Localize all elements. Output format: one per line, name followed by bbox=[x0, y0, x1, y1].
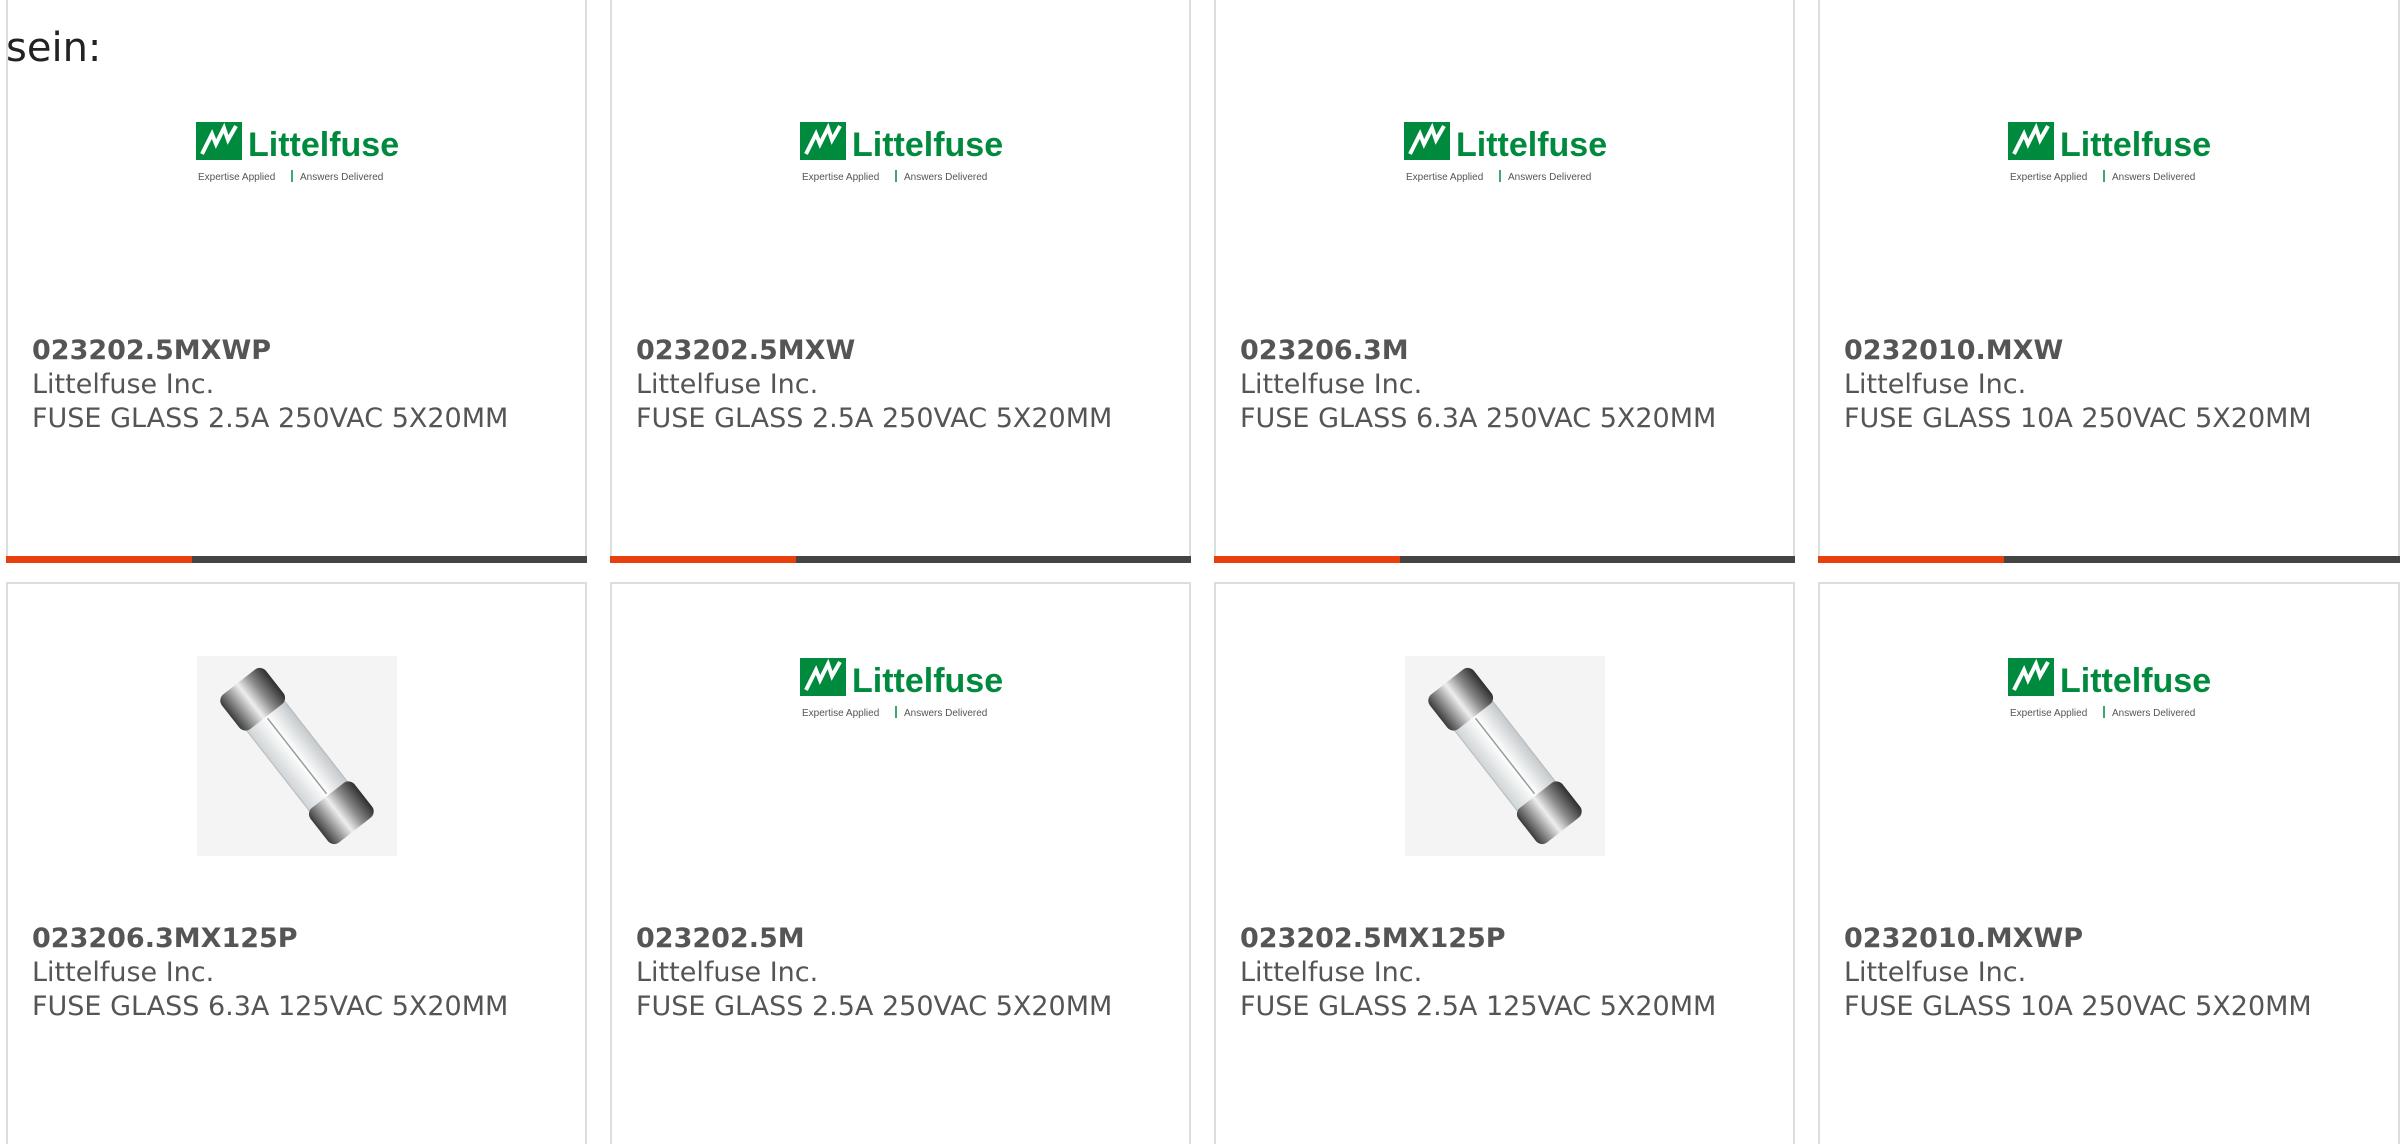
product-info: 023206.3MX125P Littelfuse Inc. FUSE GLAS… bbox=[32, 922, 569, 1024]
svg-text:Expertise Applied: Expertise Applied bbox=[1406, 172, 1483, 183]
progress-fill bbox=[6, 556, 192, 563]
product-image-container bbox=[8, 656, 585, 856]
svg-text:Answers Delivered: Answers Delivered bbox=[904, 172, 987, 183]
progress-fill bbox=[1818, 556, 2005, 563]
manufacturer-name: Littelfuse Inc. bbox=[1844, 369, 2027, 400]
svg-text:Littelfuse: Littelfuse bbox=[852, 126, 1002, 164]
product-info: 0232010.MXW Littelfuse Inc. FUSE GLASS 1… bbox=[1844, 334, 2382, 436]
part-number-link[interactable]: 023206.3M bbox=[1240, 334, 1777, 368]
product-info: 023202.5MXWP Littelfuse Inc. FUSE GLASS … bbox=[32, 334, 569, 436]
glass-fuse-image bbox=[196, 656, 397, 856]
manufacturer-name: Littelfuse Inc. bbox=[636, 957, 819, 988]
part-number-link[interactable]: 023206.3MX125P bbox=[32, 922, 569, 956]
product-description: FUSE GLASS 2.5A 250VAC 5X20MM bbox=[636, 991, 1113, 1022]
progress-bar bbox=[6, 556, 587, 563]
product-card[interactable]: Littelfuse Expertise Applied Answers Deliv… bbox=[6, 0, 587, 563]
product-card[interactable]: 023202.5MX125P Littelfuse Inc. FUSE GLAS… bbox=[1214, 582, 1795, 1144]
product-description: FUSE GLASS 6.3A 250VAC 5X20MM bbox=[1240, 403, 1717, 434]
progress-fill bbox=[1214, 556, 1400, 563]
product-card[interactable]: 023206.3MX125P Littelfuse Inc. FUSE GLAS… bbox=[6, 582, 587, 1144]
product-card[interactable]: Littelfuse Expertise Applied Answers Deliv… bbox=[1214, 0, 1795, 563]
svg-text:Littelfuse: Littelfuse bbox=[1456, 126, 1606, 164]
svg-text:Littelfuse: Littelfuse bbox=[2060, 662, 2210, 700]
product-info: 0232010.MXWP Littelfuse Inc. FUSE GLASS … bbox=[1844, 922, 2382, 1024]
svg-text:Expertise Applied: Expertise Applied bbox=[802, 172, 879, 183]
svg-text:Answers Delivered: Answers Delivered bbox=[2112, 708, 2195, 719]
product-image-container: Littelfuse Expertise Applied Answers Deliv… bbox=[1820, 120, 2398, 220]
progress-bar bbox=[610, 556, 1191, 563]
littelfuse-logo: Littelfuse Expertise Applied Answers Deliv… bbox=[195, 122, 398, 183]
product-description: FUSE GLASS 10A 250VAC 5X20MM bbox=[1844, 991, 2312, 1022]
svg-text:Littelfuse: Littelfuse bbox=[852, 662, 1002, 700]
intro-text: sein: bbox=[6, 25, 102, 71]
product-description: FUSE GLASS 6.3A 125VAC 5X20MM bbox=[32, 991, 509, 1022]
svg-text:Answers Delivered: Answers Delivered bbox=[2112, 172, 2195, 183]
part-number-link[interactable]: 0232010.MXWP bbox=[1844, 922, 2382, 956]
part-number-link[interactable]: 023202.5MXWP bbox=[32, 334, 569, 368]
product-image-container bbox=[1216, 656, 1793, 856]
manufacturer-name: Littelfuse Inc. bbox=[32, 369, 215, 400]
product-info: 023202.5M Littelfuse Inc. FUSE GLASS 2.5… bbox=[636, 922, 1173, 1024]
svg-text:Littelfuse: Littelfuse bbox=[2060, 126, 2210, 164]
product-card[interactable]: Littelfuse Expertise Applied Answers Deliv… bbox=[610, 0, 1191, 563]
product-card[interactable]: Littelfuse Expertise Applied Answers Deliv… bbox=[1818, 582, 2400, 1144]
svg-text:Expertise Applied: Expertise Applied bbox=[198, 172, 275, 183]
product-image-container: Littelfuse Expertise Applied Answers Deliv… bbox=[1820, 656, 2398, 856]
manufacturer-name: Littelfuse Inc. bbox=[636, 369, 819, 400]
littelfuse-logo: Littelfuse Expertise Applied Answers Deliv… bbox=[1403, 122, 1606, 183]
svg-text:Answers Delivered: Answers Delivered bbox=[904, 708, 987, 719]
svg-text:Expertise Applied: Expertise Applied bbox=[2010, 172, 2087, 183]
product-card[interactable]: Littelfuse Expertise Applied Answers Deliv… bbox=[610, 582, 1191, 1144]
littelfuse-logo: Littelfuse Expertise Applied Answers Deliv… bbox=[2008, 658, 2210, 719]
product-image-container: Littelfuse Expertise Applied Answers Deliv… bbox=[612, 120, 1189, 220]
manufacturer-name: Littelfuse Inc. bbox=[1240, 957, 1423, 988]
product-card[interactable]: Littelfuse Expertise Applied Answers Deliv… bbox=[1818, 0, 2400, 563]
part-number-link[interactable]: 0232010.MXW bbox=[1844, 334, 2382, 368]
manufacturer-name: Littelfuse Inc. bbox=[32, 957, 215, 988]
part-number-link[interactable]: 023202.5MXW bbox=[636, 334, 1173, 368]
part-number-link[interactable]: 023202.5M bbox=[636, 922, 1173, 956]
product-info: 023206.3M Littelfuse Inc. FUSE GLASS 6.3… bbox=[1240, 334, 1777, 436]
progress-bar bbox=[1818, 556, 2400, 563]
product-grid-page: sein: Littelfuse Expertise Applied Answers… bbox=[0, 0, 2400, 1144]
product-image-container: Littelfuse Expertise Applied Answers Deliv… bbox=[1216, 120, 1793, 220]
progress-bar bbox=[1214, 556, 1795, 563]
svg-text:Expertise Applied: Expertise Applied bbox=[2010, 708, 2087, 719]
manufacturer-name: Littelfuse Inc. bbox=[1240, 369, 1423, 400]
svg-text:Expertise Applied: Expertise Applied bbox=[802, 708, 879, 719]
littelfuse-logo: Littelfuse Expertise Applied Answers Deliv… bbox=[799, 122, 1002, 183]
product-description: FUSE GLASS 2.5A 250VAC 5X20MM bbox=[32, 403, 509, 434]
littelfuse-logo: Littelfuse Expertise Applied Answers Deliv… bbox=[2008, 122, 2210, 183]
progress-fill bbox=[610, 556, 796, 563]
glass-fuse-image bbox=[1404, 656, 1605, 856]
product-description: FUSE GLASS 10A 250VAC 5X20MM bbox=[1844, 403, 2312, 434]
product-description: FUSE GLASS 2.5A 250VAC 5X20MM bbox=[636, 403, 1113, 434]
product-description: FUSE GLASS 2.5A 125VAC 5X20MM bbox=[1240, 991, 1717, 1022]
product-info: 023202.5MX125P Littelfuse Inc. FUSE GLAS… bbox=[1240, 922, 1777, 1024]
svg-text:Littelfuse: Littelfuse bbox=[248, 126, 398, 164]
part-number-link[interactable]: 023202.5MX125P bbox=[1240, 922, 1777, 956]
product-info: 023202.5MXW Littelfuse Inc. FUSE GLASS 2… bbox=[636, 334, 1173, 436]
product-image-container: Littelfuse Expertise Applied Answers Deliv… bbox=[612, 656, 1189, 856]
manufacturer-name: Littelfuse Inc. bbox=[1844, 957, 2027, 988]
littelfuse-logo: Littelfuse Expertise Applied Answers Deliv… bbox=[799, 658, 1002, 719]
product-image-container: Littelfuse Expertise Applied Answers Deliv… bbox=[8, 120, 585, 220]
svg-text:Answers Delivered: Answers Delivered bbox=[300, 172, 383, 183]
svg-text:Answers Delivered: Answers Delivered bbox=[1508, 172, 1591, 183]
